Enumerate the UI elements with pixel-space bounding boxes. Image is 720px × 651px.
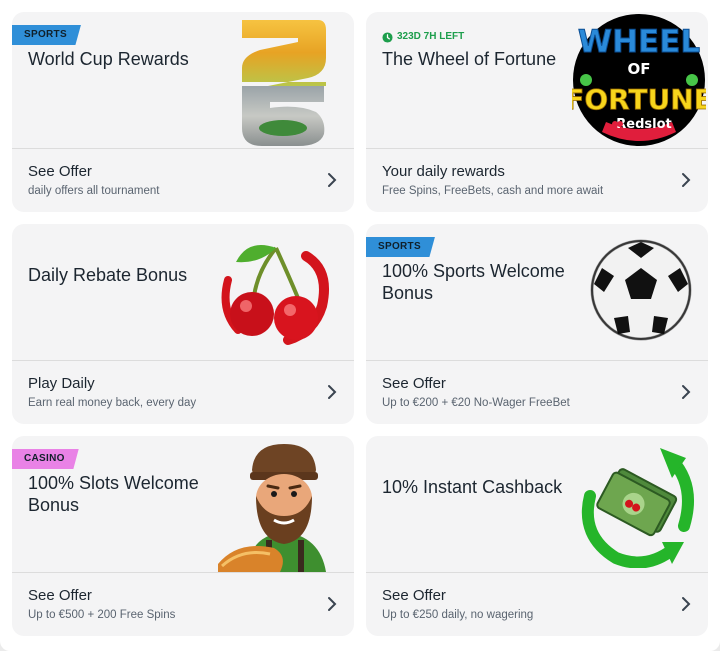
divider [366, 360, 708, 361]
promo-card-daily-rebate[interactable]: Daily Rebate Bonus Play Daily Earn real … [12, 224, 354, 424]
promo-subtitle: Up to €500 + 200 Free Spins [28, 609, 176, 621]
sports-badge: SPORTS [366, 237, 435, 257]
countdown-timer: 323D 7H LEFT [382, 30, 464, 44]
promo-card-header: SPORTS 100% Sports Welcome Bonus [366, 224, 708, 360]
promo-subtitle: daily offers all tournament [28, 185, 160, 197]
chevron-right-icon[interactable] [326, 384, 338, 400]
promo-title: Daily Rebate Bonus [28, 265, 188, 285]
divider [12, 572, 354, 573]
promo-subtitle: Earn real money back, every day [28, 397, 197, 409]
logo-line-3: FORTUNE [572, 83, 706, 116]
promo-title: 100% Slots Welcome Bonus [28, 473, 199, 515]
casino-badge: CASINO [12, 449, 79, 469]
promo-title: 100% Sports Welcome Bonus [382, 261, 565, 303]
soccer-ball-icon [590, 239, 692, 341]
chevron-right-icon[interactable] [680, 384, 692, 400]
promo-card-slots-welcome[interactable]: CASINO 100% Slots Welcome Bonus See Offe… [12, 436, 354, 636]
logo-brand: Redslot [616, 117, 671, 132]
divider [366, 572, 708, 573]
promo-card-header: CASINO 100% Slots Welcome Bonus [12, 436, 354, 572]
play-daily-link[interactable]: Play Daily [28, 375, 95, 393]
promo-card-sports-welcome[interactable]: SPORTS 100% Sports Welcome Bonus See Off… [366, 224, 708, 424]
divider [366, 148, 708, 149]
logo-line-1: WHEEL [578, 24, 700, 60]
promo-subtitle: Free Spins, FreeBets, cash and more awai… [382, 185, 604, 197]
promo-card-header: 323D 7H LEFT The Wheel of Fortune WHEEL … [366, 12, 708, 148]
promo-card-header: SPORTS World Cup Rewards [12, 12, 354, 148]
promo-subtitle: Up to €200 + €20 No-Wager FreeBet [382, 397, 570, 409]
bearded-lumberjack-mascot [218, 444, 326, 572]
promo-title: World Cup Rewards [28, 49, 189, 69]
cherries-icon [221, 245, 329, 345]
promotions-grid: SPORTS World Cup Rewards See Offer daily… [0, 0, 720, 651]
chevron-right-icon[interactable] [680, 596, 692, 612]
cashback-money-icon [581, 448, 694, 568]
divider [12, 148, 354, 149]
daily-rewards-link[interactable]: Your daily rewards [382, 163, 505, 181]
wheel-of-fortune-logo: WHEEL OF FORTUNE Redslot [572, 14, 706, 146]
chevron-right-icon[interactable] [326, 172, 338, 188]
see-offer-link[interactable]: See Offer [382, 375, 446, 393]
promo-subtitle: Up to €250 daily, no wagering [382, 609, 534, 621]
promo-card-instant-cashback[interactable]: 10% Instant Cashback See Offer Up to €25… [366, 436, 708, 636]
timer-text: 323D 7H LEFT [397, 31, 465, 42]
sports-badge: SPORTS [12, 25, 81, 45]
divider [12, 360, 354, 361]
promo-card-world-cup[interactable]: SPORTS World Cup Rewards See Offer daily… [12, 12, 354, 212]
promo-card-wheel-of-fortune[interactable]: 323D 7H LEFT The Wheel of Fortune WHEEL … [366, 12, 708, 212]
promo-title: 10% Instant Cashback [382, 477, 563, 497]
world-cup-26-image [242, 20, 326, 146]
promo-card-header: Daily Rebate Bonus [12, 224, 354, 360]
see-offer-link[interactable]: See Offer [382, 587, 446, 605]
clock-icon [382, 31, 393, 43]
promo-title: The Wheel of Fortune [382, 49, 557, 69]
logo-line-2: OF [628, 60, 651, 78]
see-offer-link[interactable]: See Offer [28, 587, 92, 605]
see-offer-link[interactable]: See Offer [28, 163, 92, 181]
chevron-right-icon[interactable] [326, 596, 338, 612]
chevron-right-icon[interactable] [680, 172, 692, 188]
promo-card-header: 10% Instant Cashback [366, 436, 708, 572]
